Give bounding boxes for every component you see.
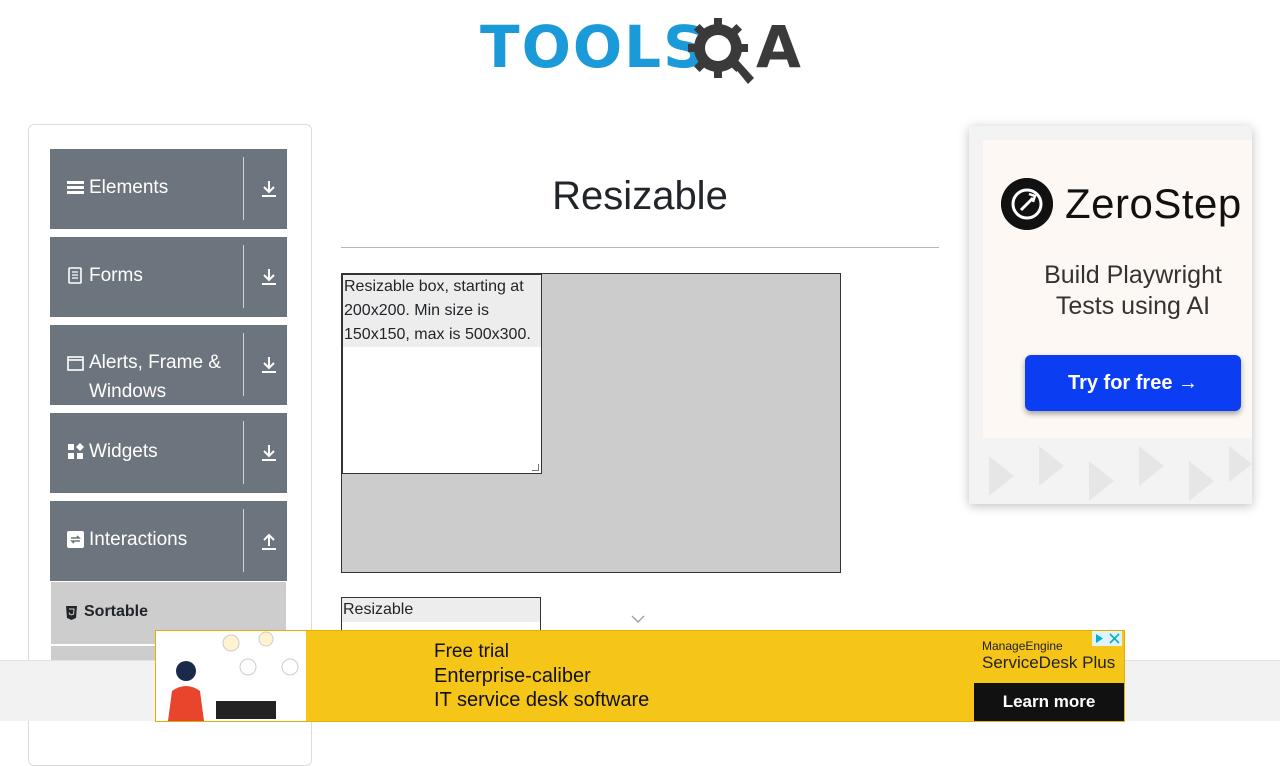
logo-text-tools: TOOLS xyxy=(480,13,707,81)
download-icon[interactable] xyxy=(259,443,279,463)
html5-icon xyxy=(66,606,77,620)
toolsqa-logo[interactable]: TOOLS A xyxy=(480,13,810,94)
upload-icon[interactable] xyxy=(259,531,279,551)
download-icon[interactable] xyxy=(259,267,279,287)
hamburger-icon xyxy=(67,181,84,194)
sidebar-group-interactions[interactable]: Interactions xyxy=(50,501,287,581)
ad-line-1: Free trial xyxy=(434,641,509,662)
gear-magnifier-icon xyxy=(688,18,754,84)
ad-tagline: Build Playwright Tests using AI xyxy=(1044,261,1222,320)
ad-line-2: Enterprise-caliber xyxy=(434,665,591,687)
divider xyxy=(243,509,244,572)
sidebar-group-label: Forms xyxy=(89,265,143,286)
learn-more-button[interactable]: Learn more xyxy=(974,683,1124,721)
ad-line-3: IT service desk software xyxy=(434,689,650,711)
resizable-box-text: Resizable box, starting at 200x200. Min … xyxy=(343,275,541,347)
ad-brand: ManageEngine xyxy=(982,639,1063,653)
resizable-box-text: Resizable xyxy=(342,598,540,622)
resize-handle[interactable] xyxy=(532,464,539,471)
divider xyxy=(243,245,244,308)
divider xyxy=(243,157,244,220)
sidebar-group-label: Elements xyxy=(89,177,169,198)
sidebar-group-elements[interactable]: Elements xyxy=(50,149,287,229)
sidebar-group-forms[interactable]: Forms xyxy=(50,237,287,317)
resizable-constraint-area: Resizable box, starting at 200x200. Min … xyxy=(341,273,841,573)
page-title: Resizable xyxy=(552,174,728,218)
document-icon xyxy=(68,267,82,284)
ad-zerostep[interactable]: ZeroStep Build Playwright Tests using AI… xyxy=(969,126,1252,504)
download-icon[interactable] xyxy=(259,179,279,199)
ad-product: ServiceDesk Plus xyxy=(982,653,1116,672)
chevron-down-icon[interactable] xyxy=(631,614,645,624)
divider xyxy=(243,333,244,396)
zerostep-logo-icon xyxy=(1001,178,1053,230)
sidebar-group-alerts-frame-windows[interactable]: Alerts, Frame & Windows xyxy=(50,325,287,405)
window-icon xyxy=(67,356,84,371)
sidebar-item-label: Sortable xyxy=(84,603,149,620)
ad-servicedesk[interactable]: Free trial Enterprise-caliber IT service… xyxy=(155,630,1125,722)
ad-illustration xyxy=(156,631,306,721)
ad-card: ZeroStep Build Playwright Tests using AI… xyxy=(983,140,1252,438)
interactions-icon xyxy=(67,531,84,548)
widgets-icon xyxy=(68,443,84,459)
ad-brand: ZeroStep xyxy=(1065,180,1242,227)
try-for-free-button[interactable]: Try for free → xyxy=(1025,355,1241,411)
sidebar-group-label: Interactions xyxy=(89,529,188,550)
resizable-box-with-restriction[interactable]: Resizable box, starting at 200x200. Min … xyxy=(342,274,542,474)
sidebar-group-widgets[interactable]: Widgets xyxy=(50,413,287,493)
ad-choices-icon[interactable] xyxy=(1092,631,1122,646)
divider xyxy=(243,421,244,484)
download-icon[interactable] xyxy=(259,355,279,375)
logo-text-a: A xyxy=(756,13,801,81)
sidebar-group-label: Alerts, Frame & Windows xyxy=(89,352,221,402)
sidebar-group-label: Widgets xyxy=(89,441,158,462)
title-divider xyxy=(341,247,939,248)
